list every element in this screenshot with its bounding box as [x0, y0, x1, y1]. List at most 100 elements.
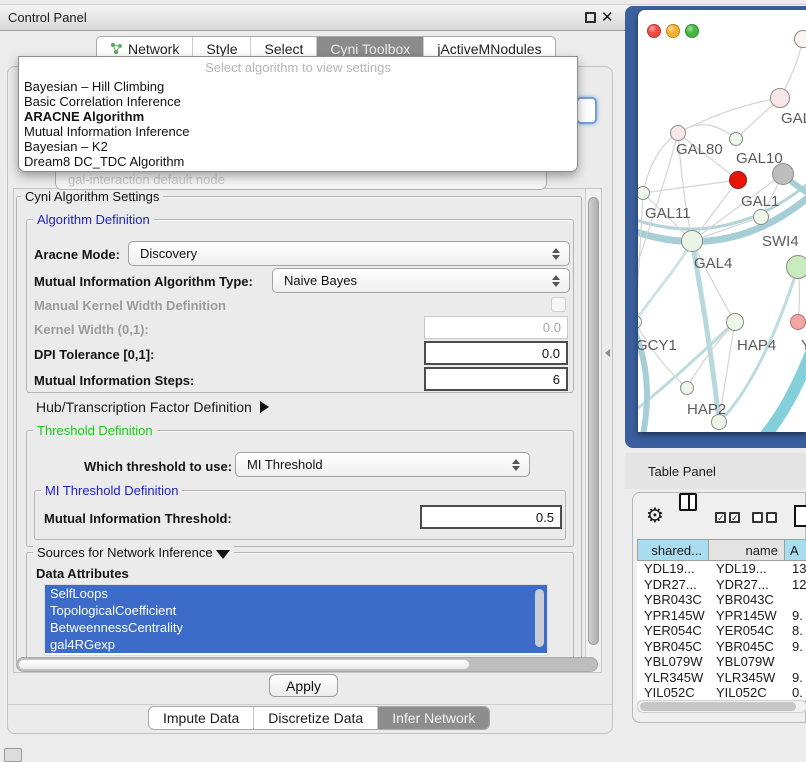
- dropdown-item[interactable]: Mutual Information Inference: [19, 124, 577, 139]
- vertical-scrollbar[interactable]: [585, 189, 601, 672]
- tab-infer-network[interactable]: Infer Network: [377, 707, 489, 729]
- table-cell: [785, 592, 806, 608]
- table-cell: YLR345W: [709, 670, 785, 686]
- apply-button[interactable]: Apply: [269, 674, 338, 697]
- table-row[interactable]: YIL052CYIL052C0.: [637, 685, 806, 700]
- float-window-icon[interactable]: [585, 12, 596, 23]
- network-node-hap2[interactable]: [680, 381, 694, 395]
- tab-discretize-data[interactable]: Discretize Data: [253, 707, 377, 729]
- dpi-tolerance-field[interactable]: 0.0: [424, 341, 568, 365]
- mi-steps-field[interactable]: 6: [424, 367, 568, 391]
- network-node-swi4[interactable]: [786, 255, 806, 279]
- table-cell: YDR27...: [637, 577, 709, 593]
- table-cell: YPR145W: [637, 608, 709, 624]
- network-node[interactable]: [772, 163, 794, 185]
- table-cell: 9.: [785, 608, 806, 624]
- network-node[interactable]: [794, 30, 806, 48]
- zoom-traffic-light-icon[interactable]: [685, 24, 699, 38]
- data-attributes-list[interactable]: SelfLoopsTopologicalCoefficientBetweenne…: [44, 584, 548, 656]
- mi-algorithm-type-select[interactable]: Naive Bayes: [272, 268, 570, 293]
- table-row[interactable]: YDR27...YDR27...12: [637, 577, 806, 593]
- table-row[interactable]: YER054CYER054C8.: [637, 623, 806, 639]
- dpi-tolerance-value: 0.0: [542, 346, 560, 361]
- attribute-item[interactable]: SelfLoops: [45, 585, 547, 602]
- bottom-tabbar: Impute Data Discretize Data Infer Networ…: [148, 706, 490, 730]
- focused-button[interactable]: [576, 97, 597, 124]
- list-scrollbar-thumb[interactable]: [535, 589, 544, 647]
- threshold-definition-title: Threshold Definition: [33, 423, 157, 438]
- table-cell: YBR045C: [637, 639, 709, 655]
- table-horizontal-scrollbar[interactable]: [637, 700, 806, 713]
- column-header-partial[interactable]: A: [785, 539, 806, 561]
- which-threshold-label: Which threshold to use:: [84, 459, 232, 474]
- table-row[interactable]: YPR145WYPR145W9.: [637, 608, 806, 624]
- table-row[interactable]: YBR043CYBR043C: [637, 592, 806, 608]
- unchecked-box-icon[interactable]: [766, 512, 777, 523]
- table-scrollbar-thumb[interactable]: [640, 702, 796, 711]
- tab-impute-data[interactable]: Impute Data: [149, 707, 253, 729]
- network-node-gal[interactable]: [770, 88, 790, 108]
- column-header-shared-name[interactable]: shared...: [637, 539, 709, 561]
- stepper-icon: [552, 248, 560, 260]
- network-node-gal80[interactable]: [670, 125, 686, 141]
- which-threshold-value: MI Threshold: [247, 457, 323, 472]
- kernel-width-label: Kernel Width (0,1):: [34, 322, 149, 337]
- table-cell: 8.: [785, 623, 806, 639]
- network-node-gal1[interactable]: [729, 171, 747, 189]
- attribute-item[interactable]: TopologicalCoefficient: [45, 602, 547, 619]
- tab-cyni-toolbox-label: Cyni Toolbox: [330, 41, 410, 57]
- table-body[interactable]: YDL19...YDL19...13YDR27...YDR27...12YBR0…: [637, 561, 806, 700]
- network-node[interactable]: [753, 209, 769, 225]
- which-threshold-select[interactable]: MI Threshold: [235, 452, 530, 477]
- network-node-gal10[interactable]: [729, 132, 743, 146]
- horizontal-scrollbar[interactable]: [16, 657, 598, 672]
- table-row[interactable]: YLR345WYLR345W9.: [637, 670, 806, 686]
- dropdown-item[interactable]: Basic Correlation Inference: [19, 94, 577, 109]
- unchecked-box-icon[interactable]: [752, 512, 763, 523]
- network-node-y[interactable]: [790, 314, 806, 330]
- tab-select-label: Select: [264, 41, 303, 57]
- attribute-item[interactable]: gal4RGexp: [45, 636, 547, 653]
- network-node-gal4[interactable]: [681, 230, 703, 252]
- table-cell: YDR27...: [709, 577, 785, 593]
- kernel-width-field[interactable]: 0.0: [424, 316, 568, 339]
- column-header-name[interactable]: name: [709, 539, 785, 561]
- close-icon[interactable]: ✕: [601, 8, 614, 26]
- close-traffic-light-icon[interactable]: [647, 24, 661, 38]
- new-table-icon[interactable]: [794, 505, 806, 527]
- minimize-traffic-light-icon[interactable]: [666, 24, 680, 38]
- checked-box-icon[interactable]: ✓: [715, 512, 726, 523]
- mi-steps-label: Mutual Information Steps:: [34, 373, 194, 388]
- dropdown-item[interactable]: Bayesian – K2: [19, 139, 577, 154]
- table-row[interactable]: YDL19...YDL19...13: [637, 561, 806, 577]
- two-column-view-icon[interactable]: [679, 493, 697, 511]
- dropdown-item[interactable]: Bayesian – Hill Climbing: [19, 79, 577, 94]
- splitter-handle-icon[interactable]: [605, 349, 610, 357]
- mi-threshold-field[interactable]: 0.5: [420, 505, 562, 529]
- vertical-scrollbar-thumb[interactable]: [588, 197, 599, 645]
- network-node[interactable]: [711, 414, 727, 430]
- gear-icon[interactable]: ⚙: [646, 503, 664, 528]
- table-panel: ⚙ ✓ ✓ shared... name A YDL19...YDL19...1…: [632, 492, 806, 723]
- dropdown-item-selected[interactable]: ARACNE Algorithm: [19, 109, 577, 124]
- panel-divider: [8, 704, 612, 705]
- node-label: GAL11: [645, 205, 691, 222]
- collapsed-panel-icon[interactable]: [4, 748, 22, 762]
- table-cell: YIL052C: [709, 685, 785, 700]
- attribute-item[interactable]: BetweennessCentrality: [45, 619, 547, 636]
- table-cell: YBR043C: [637, 592, 709, 608]
- table-cell: YBL079W: [637, 654, 709, 670]
- network-window[interactable]: GALGAL80GAL10GAL1GAL11GAL4SWI4GCY1HAP4YH…: [638, 10, 806, 432]
- table-row[interactable]: YBR045CYBR045C9.: [637, 639, 806, 655]
- checked-box-icon[interactable]: ✓: [729, 512, 740, 523]
- dropdown-item[interactable]: Dream8 DC_TDC Algorithm: [19, 154, 577, 169]
- aracne-mode-select[interactable]: Discovery: [128, 241, 570, 266]
- horizontal-scrollbar-thumb[interactable]: [18, 659, 470, 670]
- table-cell: YER054C: [709, 623, 785, 639]
- hub-definition-toggle[interactable]: Hub/Transcription Factor Definition: [36, 399, 269, 415]
- table-cell: YBR043C: [709, 592, 785, 608]
- manual-kernel-width-checkbox[interactable]: [551, 297, 566, 312]
- table-row[interactable]: YBL079WYBL079W: [637, 654, 806, 670]
- sources-group-title[interactable]: Sources for Network Inference: [33, 545, 234, 560]
- network-node-hap4[interactable]: [726, 313, 744, 331]
